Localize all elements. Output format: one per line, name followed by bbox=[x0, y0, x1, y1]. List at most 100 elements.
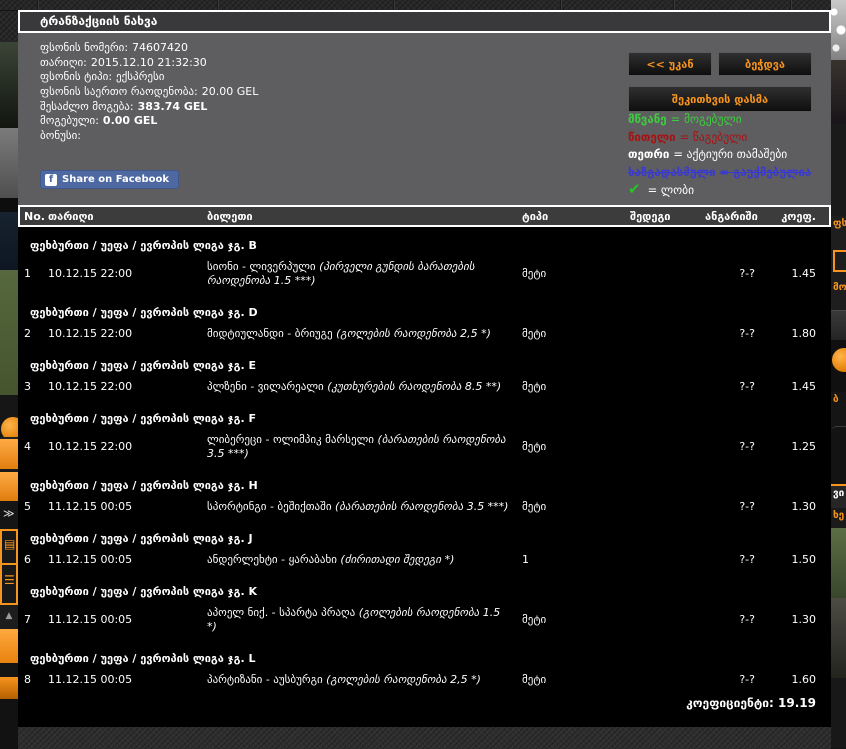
legend-lost: წითელი = წაგებული bbox=[628, 129, 811, 147]
bet-cell-ticket: სიონი - ლივერპული (პირველი გუნდის ბარათე… bbox=[207, 260, 510, 288]
facebook-share-button[interactable]: f Share on Facebook bbox=[40, 170, 179, 189]
bet-cell-type: მეტი bbox=[522, 380, 547, 393]
edge-block bbox=[831, 124, 846, 216]
bet-cell-type: მეტი bbox=[522, 440, 547, 453]
edge-block bbox=[831, 340, 846, 392]
legend-cancelled: ხაზგადასმული = გაუქმებულია bbox=[628, 164, 811, 182]
info-value: 2015.12.10 21:32:30 bbox=[90, 55, 207, 69]
info-line-bonus: ბონუსი: bbox=[40, 129, 258, 144]
ball-icon bbox=[1, 417, 18, 437]
bet-cell-no: 3 bbox=[24, 380, 31, 393]
bet-cell-date: 10.12.15 22:00 bbox=[48, 327, 133, 340]
header-date: თარიღი bbox=[48, 209, 94, 223]
info-line-won: მოგებული: 0.00 GEL bbox=[40, 114, 258, 129]
ask-question-button[interactable]: შეკითხვის დასმა bbox=[628, 86, 812, 112]
edge-block: ვი bbox=[831, 484, 846, 508]
bet-cell-type: მეტი bbox=[522, 613, 547, 626]
market-description: (გოლების რაოდენობა 2,5 *) bbox=[336, 327, 491, 340]
bet-cell-score: ?-? bbox=[739, 440, 755, 453]
bet-cell-ticket: სპორტინგი - ბეშიქთაში (ბარათების რაოდენო… bbox=[207, 500, 510, 514]
card-icon-tile: ▤ bbox=[0, 529, 18, 565]
total-coefficient-label: კოეფიციენტი: bbox=[686, 696, 774, 710]
bet-cell-ticket: პლზენი - ვილარეალი (კუთხურების რაოდენობა… bbox=[207, 380, 510, 394]
cut-off-text: ბ bbox=[833, 394, 839, 405]
bet-cell-ticket: ლიბერეცი - ოლიმპიკ მარსელი (ბარათების რა… bbox=[207, 433, 510, 461]
bet-cell-date: 10.12.15 22:00 bbox=[48, 440, 133, 453]
legend-lobby: ✔ = ლობი bbox=[628, 181, 811, 199]
cut-off-text: მო bbox=[833, 282, 846, 293]
bet-row: 8 11.12.15 00:05 პარტიზანი - აუსბურგი (გოლ… bbox=[20, 667, 829, 692]
bet-cell-no: 7 bbox=[24, 613, 31, 626]
bet-cell-score: ?-? bbox=[739, 673, 755, 686]
legend-text: = მოგებული bbox=[670, 112, 742, 126]
match-name: ანდერლეხტი - ყარაბახი bbox=[207, 553, 341, 566]
bet-row: 2 10.12.15 22:00 მიდტიულანდი - ბრიუგე (გოლ… bbox=[20, 321, 829, 346]
edge-block bbox=[0, 395, 18, 437]
print-button[interactable]: ბეჭდვა bbox=[718, 52, 812, 76]
status-legend: მწვანე = მოგებული წითელი = წაგებული თეთრი =… bbox=[628, 111, 811, 199]
bet-cell-no: 2 bbox=[24, 327, 31, 340]
panel-header-fragment bbox=[831, 310, 846, 340]
league-group-header: ფეხბურთი / უეფა / ევროპის ლიგა ჯგ. K bbox=[30, 585, 257, 598]
match-name: სიონი - ლივერპული bbox=[207, 260, 320, 273]
header-score: ანგარიში bbox=[705, 209, 758, 223]
bet-cell-score: ?-? bbox=[739, 327, 755, 340]
bet-cell-score: ?-? bbox=[739, 613, 755, 626]
cut-off-text: ვი bbox=[833, 488, 845, 499]
edge-block: მო bbox=[831, 280, 846, 310]
info-line-possible-win: შესაძლო მოგება: 383.74 GEL bbox=[40, 100, 258, 115]
cut-off-text: ხე bbox=[833, 510, 845, 521]
edge-block bbox=[831, 250, 846, 280]
bet-cell-coef: 1.80 bbox=[791, 327, 817, 340]
orange-tile bbox=[0, 437, 18, 469]
ball-icon bbox=[832, 348, 846, 372]
league-group-header: ფეხბურთი / უეფა / ევროპის ლიგა ჯგ. L bbox=[30, 652, 256, 665]
legend-term: ხაზგადასმული bbox=[628, 164, 716, 179]
header-coef: კოეფ. bbox=[781, 209, 816, 223]
bet-row: 7 11.12.15 00:05 აპოელ ნიქ. - სპარტა პრაღა… bbox=[20, 600, 829, 639]
info-label: შესაძლო მოგება: bbox=[40, 99, 134, 113]
photo-fragment bbox=[831, 60, 846, 124]
modal-body: ფსონის ნომერი: 74607420 თარიღი: 2015.12.10… bbox=[18, 33, 831, 205]
edge-block: ფს bbox=[831, 216, 846, 250]
bet-table-header: No. თარიღი ბილეთი ტიპი შედეგი ანგარიში კ… bbox=[18, 205, 831, 227]
input-fragment bbox=[833, 250, 846, 272]
page: ≫ ▤ ☰ ▲ ფს მო ბ ვი ხე ტრანზაქციის ნახვა … bbox=[0, 0, 846, 749]
bet-cell-type: მეტი bbox=[522, 327, 547, 340]
bet-cell-ticket: პარტიზანი - აუსბურგი (გოლების რაოდენობა … bbox=[207, 673, 510, 687]
edge-block bbox=[0, 198, 18, 212]
league-group-header: ფეხბურთი / უეფა / ევროპის ლიგა ჯგ. D bbox=[30, 306, 258, 319]
info-label: მოგებული: bbox=[40, 114, 99, 128]
bet-cell-score: ?-? bbox=[739, 553, 755, 566]
info-value: 383.74 GEL bbox=[137, 99, 208, 113]
bet-cell-ticket: მიდტიულანდი - ბრიუგე (გოლების რაოდენობა … bbox=[207, 327, 510, 341]
bet-cell-date: 11.12.15 00:05 bbox=[48, 673, 133, 686]
header-result: შედეგი bbox=[630, 209, 671, 223]
info-value: 74607420 bbox=[132, 41, 189, 54]
bet-cell-coef: 1.45 bbox=[791, 267, 817, 280]
edge-block bbox=[831, 426, 846, 484]
bet-cell-type: მეტი bbox=[522, 267, 547, 280]
edge-block bbox=[0, 663, 18, 677]
header-no: No. bbox=[24, 209, 45, 223]
edge-block: ▲ bbox=[0, 605, 18, 629]
info-line-bet-number: ფსონის ნომერი: 74607420 bbox=[40, 41, 258, 56]
info-label: ფსონის ნომერი: bbox=[40, 41, 129, 54]
league-group-header: ფეხბურთი / უეფა / ევროპის ლიგა ჯგ. J bbox=[30, 532, 253, 545]
bet-cell-coef: 1.30 bbox=[791, 500, 817, 513]
bet-cell-coef: 1.50 bbox=[791, 553, 817, 566]
league-group-header: ფეხბურთი / უეფა / ევროპის ლიგა ჯგ. F bbox=[30, 412, 256, 425]
bet-cell-coef: 1.30 bbox=[791, 613, 817, 626]
legend-text: = წაგებული bbox=[679, 129, 748, 144]
legend-term: წითელი bbox=[628, 129, 676, 144]
info-value: 0.00 GEL bbox=[102, 114, 158, 128]
bet-cell-no: 4 bbox=[24, 440, 31, 453]
info-label: ბონუსი: bbox=[40, 129, 81, 143]
edge-block bbox=[831, 678, 846, 748]
market-description: (გოლების რაოდენობა 2,5 *) bbox=[326, 673, 481, 686]
back-button[interactable]: << უკან bbox=[628, 52, 712, 76]
bet-cell-type: მეტი bbox=[522, 500, 547, 513]
bet-cell-no: 8 bbox=[24, 673, 31, 686]
league-group-header: ფეხბურთი / უეფა / ევროპის ლიგა ჯგ. H bbox=[30, 479, 258, 492]
bet-cell-date: 11.12.15 00:05 bbox=[48, 553, 133, 566]
